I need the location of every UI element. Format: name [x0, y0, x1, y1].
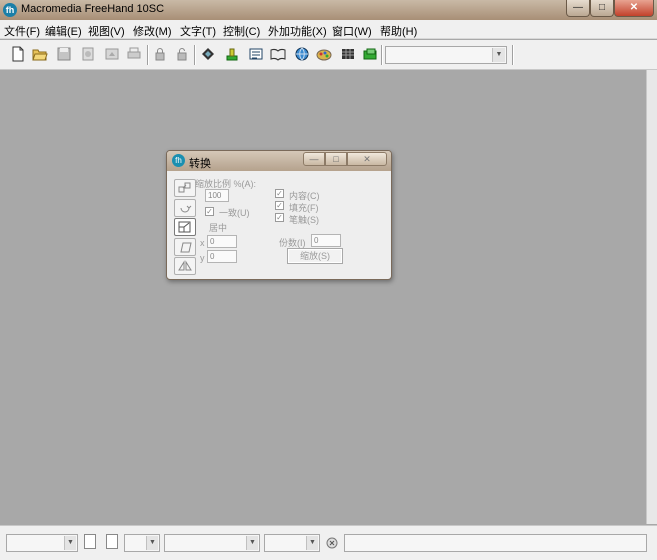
menu-bar: 文件(F) 编辑(E) 视图(V) 修改(M) 文字(T) 控制(C) 外加功能… — [0, 20, 657, 39]
center-label: 居中 — [209, 223, 228, 233]
new-document-icon[interactable] — [10, 46, 26, 62]
contents-checkbox[interactable]: ✓ — [275, 189, 284, 198]
document-canvas[interactable] — [0, 70, 646, 525]
center-y-input[interactable]: 0 — [207, 250, 237, 263]
status-field — [344, 534, 647, 552]
title-bar[interactable]: fh Macromedia FreeHand 10SC — □ ✕ — [0, 0, 657, 20]
move-icon — [178, 182, 191, 193]
copies-input[interactable]: 0 — [311, 234, 341, 247]
cancel-icon[interactable] — [326, 537, 338, 549]
view-mode-dropdown[interactable]: ▼ — [164, 534, 260, 552]
menu-file[interactable]: 文件(F) — [4, 23, 40, 39]
toolbar-separator — [381, 45, 383, 65]
menu-text[interactable]: 文字(T) — [180, 23, 216, 39]
chevron-down-icon[interactable]: ▼ — [246, 536, 258, 550]
uniform-checkbox[interactable]: ✓ — [205, 207, 214, 216]
units-dropdown[interactable]: ▼ — [264, 534, 320, 552]
save-icon[interactable] — [56, 46, 72, 62]
status-bar: ▼ ▼ ▼ ▼ — [0, 525, 657, 560]
scale-percent-input[interactable]: 100 — [205, 189, 229, 202]
open-folder-icon[interactable] — [32, 46, 48, 62]
rotate-icon — [180, 205, 192, 213]
menu-edit[interactable]: 编辑(E) — [45, 23, 82, 39]
dialog-title-bar[interactable]: fh 转换 — □ ✕ — [167, 151, 391, 171]
x-label: x — [200, 238, 205, 248]
library-icon[interactable] — [270, 46, 286, 62]
toolbar-separator — [147, 45, 149, 65]
strokes-label: 笔触(S) — [289, 215, 319, 225]
menu-window[interactable]: 窗口(W) — [332, 23, 372, 39]
chevron-down-icon[interactable]: ▼ — [64, 536, 76, 550]
unlock-icon[interactable] — [174, 46, 190, 62]
chevron-down-icon[interactable]: ▼ — [146, 536, 158, 550]
center-x-input[interactable]: 0 — [207, 235, 237, 248]
stamp-icon[interactable] — [224, 46, 240, 62]
toolbar-dropdown[interactable]: ▼ — [385, 46, 507, 64]
skew-icon — [180, 242, 192, 253]
menu-xtras[interactable]: 外加功能(X) — [268, 23, 327, 39]
grid-icon[interactable] — [340, 46, 356, 62]
uniform-label: 一致(U) — [219, 208, 250, 218]
dialog-close-button[interactable]: ✕ — [347, 152, 387, 166]
move-transform-button[interactable] — [174, 179, 196, 197]
layers-icon[interactable] — [200, 46, 216, 62]
vertical-scrollbar[interactable] — [646, 70, 657, 524]
transform-dialog: fh 转换 — □ ✕ 缩放比例 %(A): 100 ✓ 一致(U) 居中 x … — [166, 150, 392, 280]
previous-page-icon[interactable] — [84, 534, 96, 549]
dialog-maximize-button[interactable]: □ — [325, 152, 347, 166]
magnification-dropdown[interactable]: ▼ — [124, 534, 160, 552]
dialog-minimize-button[interactable]: — — [303, 152, 325, 166]
y-label: y — [200, 253, 205, 263]
fills-checkbox[interactable]: ✓ — [275, 201, 284, 210]
scale-transform-button[interactable] — [174, 218, 196, 236]
toolbar-separator — [512, 45, 514, 65]
links-icon[interactable] — [362, 46, 378, 62]
menu-view[interactable]: 视图(V) — [88, 23, 125, 39]
toolbar-separator — [194, 45, 196, 65]
next-page-icon[interactable] — [106, 534, 118, 549]
menu-control[interactable]: 控制(C) — [223, 23, 260, 39]
print-icon[interactable] — [126, 46, 142, 62]
chevron-down-icon[interactable]: ▼ — [306, 536, 318, 550]
window-title: Macromedia FreeHand 10SC — [21, 3, 165, 15]
rotate-transform-button[interactable] — [174, 199, 196, 217]
reflect-icon — [178, 260, 192, 271]
freehand-app-icon: fh — [172, 154, 185, 167]
menu-help[interactable]: 帮助(H) — [380, 23, 417, 39]
export-icon[interactable] — [104, 46, 120, 62]
menu-modify[interactable]: 修改(M) — [133, 23, 172, 39]
main-toolbar: ▼ — [0, 40, 657, 70]
page-dropdown[interactable]: ▼ — [6, 534, 78, 552]
maximize-button[interactable]: □ — [590, 0, 614, 17]
strokes-checkbox[interactable]: ✓ — [275, 213, 284, 222]
globe-icon[interactable] — [294, 46, 310, 62]
freehand-app-icon: fh — [3, 3, 17, 17]
close-button[interactable]: ✕ — [614, 0, 654, 17]
lock-icon[interactable] — [152, 46, 168, 62]
skew-transform-button[interactable] — [174, 238, 196, 256]
dialog-title: 转换 — [189, 158, 211, 170]
text-block-icon[interactable] — [248, 46, 264, 62]
scale-button[interactable]: 缩放(S) — [287, 248, 343, 264]
import-icon[interactable] — [80, 46, 96, 62]
chevron-down-icon[interactable]: ▼ — [492, 48, 505, 62]
minimize-button[interactable]: — — [566, 0, 590, 17]
reflect-transform-button[interactable] — [174, 257, 196, 275]
swatches-icon[interactable] — [316, 46, 332, 62]
scale-icon — [178, 221, 191, 233]
